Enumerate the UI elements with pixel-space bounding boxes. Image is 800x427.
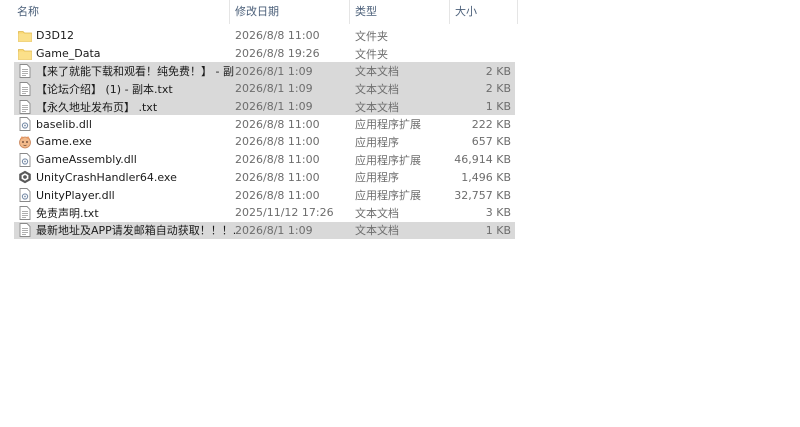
file-row[interactable]: Game.exe 2026/8/8 11:00 应用程序 657 KB [14,133,515,151]
file-row[interactable]: baselib.dll 2026/8/8 11:00 应用程序扩展 222 KB [14,115,515,133]
file-name: GameAssembly.dll [36,153,137,167]
file-type: 应用程序扩展 [355,153,421,167]
file-list: D3D12 2026/8/8 11:00 文件夹 Game_Data 2026/8/8 … [14,27,515,240]
dll-file-icon [18,188,32,202]
column-header-bar: ^ 名称 修改日期 类型 大小 [0,0,518,24]
file-row[interactable]: UnityCrashHandler64.exe 2026/8/8 11:00 应用程… [14,169,515,187]
file-size: 1,496 KB [461,170,511,184]
file-size: 32,757 KB [454,188,511,202]
column-header-size[interactable]: 大小 [450,0,518,24]
file-name: baselib.dll [36,117,92,131]
file-modified-date: 2026/8/8 11:00 [235,188,320,202]
file-name: D3D12 [36,29,74,43]
file-type: 文件夹 [355,47,388,61]
file-name: Game.exe [36,135,92,149]
file-row[interactable]: UnityPlayer.dll 2026/8/8 11:00 应用程序扩展 32,75… [14,186,515,204]
file-modified-date: 2026/8/8 11:00 [235,153,320,167]
file-type: 文本文档 [355,206,399,220]
file-type: 文本文档 [355,65,399,79]
file-size: 3 KB [485,206,511,220]
text-file-icon [18,205,32,220]
file-modified-date: 2026/8/1 1:09 [235,64,313,78]
file-row[interactable]: Game_Data 2026/8/8 19:26 文件夹 [14,45,515,63]
text-file-icon [18,64,32,79]
folder-icon [18,29,32,43]
file-modified-date: 2026/8/8 11:00 [235,170,320,184]
file-type: 文本文档 [355,82,399,96]
file-row[interactable]: D3D12 2026/8/8 11:00 文件夹 [14,27,515,45]
column-header-date[interactable]: 修改日期 [230,0,350,24]
column-header-type[interactable]: 类型 [350,0,450,24]
dll-file-icon [18,117,32,132]
file-size: 2 KB [485,64,511,78]
sort-ascending-icon: ^ [112,0,120,3]
file-modified-date: 2026/8/8 11:00 [235,29,320,43]
file-name: 【永久地址发布页】 .txt [36,100,158,114]
file-modified-date: 2026/8/8 11:00 [235,135,320,149]
text-file-icon [18,99,32,114]
file-row[interactable]: 免责声明.txt 2025/11/12 17:26 文本文档 3 KB [14,204,515,222]
file-modified-date: 2025/11/12 17:26 [235,206,334,220]
file-modified-date: 2026/8/8 19:26 [235,47,320,61]
dll-file-icon [18,152,32,167]
file-name: 最新地址及APP请发邮箱自动获取！！！... [36,224,235,238]
column-header-size-label: 大小 [455,5,477,18]
file-explorer: ^ 名称 修改日期 类型 大小 D3D122026/8/8 11:00文件夹Ga… [0,0,800,427]
file-type: 应用程序 [355,171,399,185]
file-type: 文本文档 [355,224,399,238]
file-modified-date: 2026/8/1 1:09 [235,82,313,96]
file-row[interactable]: 【永久地址发布页】 .txt 2026/8/1 1:09 文本文档 1 KB [14,97,515,116]
file-modified-date: 2026/8/1 1:09 [235,100,313,114]
file-name: 免责声明.txt [36,206,99,220]
file-type: 应用程序扩展 [355,118,421,132]
file-type: 文件夹 [355,29,388,43]
file-name: UnityPlayer.dll [36,188,115,202]
file-modified-date: 2026/8/8 11:00 [235,117,320,131]
game-exe-icon [18,135,32,149]
file-name: Game_Data [36,47,101,61]
file-size: 1 KB [485,223,511,237]
file-type: 文本文档 [355,100,399,114]
file-size: 46,914 KB [454,153,511,167]
file-row[interactable]: 最新地址及APP请发邮箱自动获取！！！... 2026/8/1 1:09 文本文档 1… [14,221,515,240]
file-type: 应用程序扩展 [355,189,421,203]
file-row[interactable]: GameAssembly.dll 2026/8/8 11:00 应用程序扩展 46,9… [14,151,515,169]
unity-icon [18,170,32,184]
column-header-type-label: 类型 [355,5,377,18]
file-modified-date: 2026/8/1 1:09 [235,223,313,237]
file-row[interactable]: 【论坛介绍】 (1) - 副本.txt 2026/8/1 1:09 文本文档 2 KB [14,80,515,98]
column-header-date-label: 修改日期 [235,5,279,18]
folder-icon [18,47,32,61]
text-file-icon [18,223,32,238]
file-size: 1 KB [485,100,511,114]
file-size: 222 KB [471,117,511,131]
file-type: 应用程序 [355,135,399,149]
file-size: 2 KB [485,82,511,96]
file-name: 【论坛介绍】 (1) - 副本.txt [36,82,173,96]
column-header-name-label: 名称 [17,5,39,18]
text-file-icon [18,81,32,96]
column-header-name[interactable]: ^ 名称 [0,0,230,24]
file-name: 【来了就能下载和观看！纯免费！】 - 副... [36,65,235,79]
file-size: 657 KB [471,135,511,149]
file-row[interactable]: 【来了就能下载和观看！纯免费！】 - 副... 2026/8/1 1:09 文本文档… [14,62,515,81]
file-name: UnityCrashHandler64.exe [36,170,177,184]
